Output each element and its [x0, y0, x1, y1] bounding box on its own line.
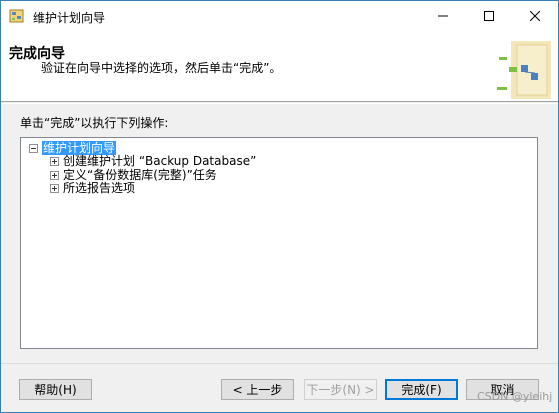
tree-node-label[interactable]: 创建维护计划 “Backup Database” — [63, 154, 256, 168]
expand-icon[interactable] — [50, 184, 59, 193]
maximize-icon — [484, 11, 494, 21]
page-subtitle: 验证在向导中选择的选项，然后单击“完成”。 — [41, 61, 282, 75]
tree-node-root[interactable]: 维护计划向导 — [27, 141, 227, 155]
expand-icon[interactable] — [50, 171, 59, 180]
close-button[interactable] — [512, 1, 558, 31]
action-tree[interactable]: 维护计划向导 创建维护计划 “Backup Database” 定义“备份数据库… — [20, 137, 538, 349]
minimize-icon — [438, 15, 448, 17]
tree-node[interactable]: 创建维护计划 “Backup Database” — [27, 154, 427, 168]
section-label: 单击“完成”以执行下列操作: — [20, 116, 169, 130]
finish-button[interactable]: 完成(F) — [385, 379, 458, 400]
wizard-window: 维护计划向导 完成向导 验证在向导中选择的选项，然后单击“完成”。 单击“完成”… — [0, 0, 559, 413]
tree-node-label[interactable]: 定义“备份数据库(完整)”任务 — [63, 168, 217, 182]
maximize-button[interactable] — [466, 1, 512, 31]
tree-node[interactable]: 定义“备份数据库(完整)”任务 — [27, 168, 427, 182]
window-title: 维护计划向导 — [33, 11, 106, 25]
close-icon — [530, 11, 540, 21]
tree-node[interactable]: 所选报告选项 — [27, 181, 427, 195]
tree-node-label[interactable]: 所选报告选项 — [63, 181, 135, 195]
next-button[interactable]: 下一步(N) > — [304, 379, 377, 400]
tree-root-label[interactable]: 维护计划向导 — [42, 141, 117, 155]
maintenance-plan-icon — [9, 9, 24, 23]
wizard-graphic-icon — [497, 41, 551, 99]
watermark: CSDN @yleihj — [477, 390, 553, 403]
title-bar: 维护计划向导 — [1, 1, 558, 31]
collapse-icon[interactable] — [29, 144, 38, 153]
minimize-button[interactable] — [420, 1, 466, 31]
back-button[interactable]: < 上一步 — [221, 379, 294, 400]
header-divider — [1, 103, 558, 104]
wizard-header: 完成向导 验证在向导中选择的选项，然后单击“完成”。 — [1, 31, 558, 102]
help-button[interactable]: 帮助(H) — [19, 379, 92, 400]
expand-icon[interactable] — [50, 157, 59, 166]
footer-divider — [1, 363, 558, 364]
